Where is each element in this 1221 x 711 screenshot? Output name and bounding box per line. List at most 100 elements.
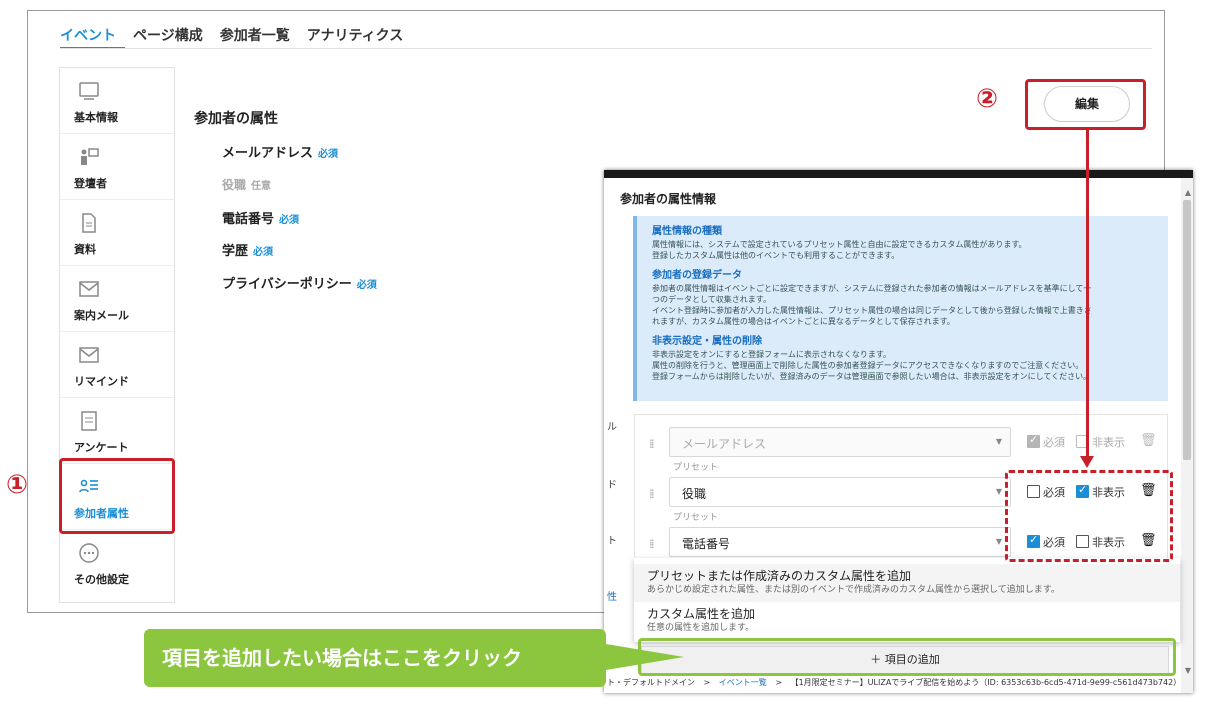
highlight-add-button	[638, 638, 1176, 676]
breadcrumb: ト・デフォルトドメイン > イベント一覧 > 【1月限定セミナー】ULIZAでラ…	[604, 677, 1181, 693]
select-value: 役職	[682, 487, 707, 501]
required-tag: 必須	[356, 280, 377, 291]
menu-item-description: あらかじめ設定された属性、または別のイベントで作成済みのカスタム属性から選択して…	[647, 585, 1060, 595]
attribute-select[interactable]: 電話番号 ▼	[669, 527, 1011, 557]
presenter-icon	[81, 148, 99, 165]
dialog-scrollbar[interactable]: ▲ ▼	[1181, 178, 1193, 693]
survey-icon	[81, 411, 97, 431]
sidebar-item-label: リマインド	[74, 375, 129, 388]
required-checkbox	[1027, 433, 1040, 448]
attribute-name: 学歴	[222, 244, 249, 259]
required-label: 必須	[1043, 436, 1065, 449]
scroll-up-icon[interactable]: ▲	[1185, 188, 1191, 197]
info-text: 参加者の属性情報はイベントごとに設定できますが、システムに登録された参加者の情報…	[652, 284, 1092, 326]
highlight-sidebar-attributes	[59, 458, 175, 534]
required-tag: 必須	[318, 149, 339, 160]
info-text: 属性情報には、システムで設定されているプリセット属性と自由に設定できるカスタム属…	[652, 240, 1027, 260]
tab-event[interactable]: イベント	[60, 23, 125, 49]
attribute-privacy-policy: プライバシーポリシー 必須	[222, 273, 377, 292]
tab-page-structure[interactable]: ページ構成	[133, 23, 212, 49]
mail-icon	[79, 281, 99, 297]
tab-analytics[interactable]: アナリティクス	[307, 23, 412, 49]
attributes-section-title: 参加者の属性	[194, 111, 278, 127]
attribute-info-dialog: 参加者の属性情報 ▲ ▼ 属性情報の種類 属性情報には、システムで設定されている…	[604, 170, 1193, 693]
clipped-text: ド	[607, 480, 617, 491]
step-number-1: ①	[6, 470, 29, 500]
chevron-down-icon: ▼	[995, 487, 1002, 496]
attribute-name: 電話番号	[222, 212, 275, 227]
hidden-label: 非表示	[1092, 436, 1125, 449]
tab-attendee-list[interactable]: 参加者一覧	[220, 23, 299, 49]
info-heading: 参加者の登録データ	[652, 270, 742, 281]
required-tag: 必須	[253, 247, 274, 258]
highlight-checkbox-area	[1005, 470, 1173, 562]
more-icon	[79, 543, 99, 563]
attribute-phone: 電話番号 必須	[222, 208, 299, 227]
attribute-education: 学歴 必須	[222, 240, 273, 259]
attribute-name: 役職	[222, 178, 247, 192]
breadcrumb-current: 【1月限定セミナー】ULIZAでライブ配信を始めよう（ID: 6353c63b-…	[790, 678, 1181, 687]
attribute-select: メールアドレス ▼	[669, 427, 1011, 457]
sidebar-item-label: 基本情報	[74, 111, 118, 124]
breadcrumb-separator: >	[775, 678, 783, 687]
clipped-text: ル	[607, 422, 617, 433]
chevron-down-icon: ▼	[995, 437, 1002, 446]
trash-icon: 🗑	[1140, 433, 1157, 448]
highlight-edit-button	[1025, 79, 1146, 130]
sidebar-item-basic-info[interactable]: 基本情報	[60, 68, 174, 134]
dialog-title: 参加者の属性情報	[620, 192, 717, 206]
sidebar-item-materials[interactable]: 資料	[60, 200, 174, 266]
preset-label: プリセット	[673, 513, 719, 523]
drag-handle-icon[interactable]: ⁞⁞	[649, 537, 654, 551]
dialog-top-bar	[604, 170, 1193, 178]
attribute-name: メールアドレス	[222, 146, 314, 161]
step-number-2: ②	[976, 84, 999, 114]
sidebar-item-label: アンケート	[74, 441, 129, 454]
select-value: 電話番号	[682, 537, 731, 551]
sidebar-item-label: その他設定	[74, 573, 129, 586]
menu-item-add-custom[interactable]: カスタム属性を追加 任意の属性を追加します。	[634, 602, 1180, 640]
drag-handle-icon[interactable]: ⁞⁞	[649, 437, 654, 451]
optional-tag: 任意	[251, 181, 272, 192]
callout-label: 項目を追加したい場合はここをクリック	[144, 629, 606, 687]
sidebar-item-reminder[interactable]: リマインド	[60, 332, 174, 398]
attribute-select[interactable]: 役職 ▼	[669, 477, 1011, 507]
monitor-icon	[79, 82, 99, 100]
drag-handle-icon[interactable]: ⁞⁞	[649, 487, 654, 501]
attribute-name: プライバシーポリシー	[222, 277, 352, 292]
clipped-text: 性	[607, 592, 617, 603]
preset-label: プリセット	[673, 463, 719, 473]
tabs-divider	[60, 48, 1152, 49]
menu-item-title: カスタム属性を追加	[647, 607, 756, 621]
select-value: メールアドレス	[682, 437, 767, 451]
callout-pointer	[600, 643, 684, 671]
clipped-text: ト	[607, 536, 617, 547]
chevron-down-icon: ▼	[995, 537, 1002, 546]
breadcrumb-item[interactable]: ト・デフォルトドメイン	[607, 678, 695, 687]
scroll-down-icon[interactable]: ▼	[1185, 666, 1191, 675]
sidebar-item-survey[interactable]: アンケート	[60, 398, 174, 464]
menu-item-title: プリセットまたは作成済みのカスタム属性を追加	[647, 569, 912, 583]
sidebar-item-label: 登壇者	[74, 177, 107, 190]
annotation-arrow-line	[1086, 130, 1089, 460]
sidebar-item-speakers[interactable]: 登壇者	[60, 134, 174, 200]
info-text: 非表示設定をオンにすると登録フォームに表示されなくなります。 属性の削除を行うと…	[652, 350, 1092, 381]
sidebar-item-guide-mail[interactable]: 案内メール	[60, 266, 174, 332]
add-attribute-menu: プリセットまたは作成済みのカスタム属性を追加 あらかじめ設定された属性、または別…	[634, 558, 1180, 642]
info-heading: 非表示設定・属性の削除	[652, 336, 762, 347]
menu-item-add-preset-or-custom[interactable]: プリセットまたは作成済みのカスタム属性を追加 あらかじめ設定された属性、または別…	[634, 564, 1180, 602]
document-icon	[82, 213, 96, 233]
sidebar-item-label: 案内メール	[74, 309, 129, 322]
breadcrumb-separator: >	[703, 678, 711, 687]
breadcrumb-link[interactable]: イベント一覧	[719, 678, 767, 687]
sidebar-item-other-settings[interactable]: その他設定	[60, 530, 174, 596]
required-tag: 必須	[279, 215, 300, 226]
scrollbar-thumb[interactable]	[1183, 200, 1191, 460]
sidebar-item-label: 資料	[74, 243, 96, 256]
reminder-mail-icon	[79, 347, 99, 363]
info-heading: 属性情報の種類	[652, 226, 722, 237]
attribute-position: 役職 任意	[222, 176, 271, 193]
annotation-arrow-head	[1080, 456, 1094, 468]
top-tabs: イベント ページ構成 参加者一覧 アナリティクス	[60, 23, 420, 51]
menu-item-description: 任意の属性を追加します。	[647, 623, 755, 633]
